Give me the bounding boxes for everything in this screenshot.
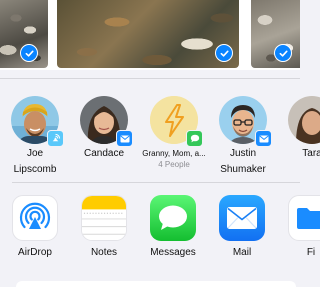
share-apps-row: AirDrop Notes Messages Mail Fi (0, 195, 320, 270)
selected-checkmark-icon (274, 44, 292, 62)
app-label: Messages (150, 247, 196, 258)
person-group-granny-mom[interactable]: Granny, Mom, a... 4 People (136, 80, 212, 170)
mail-badge-icon (255, 130, 272, 147)
photo-thumbnail-2[interactable] (57, 0, 239, 68)
app-files[interactable]: Fi (276, 195, 320, 259)
person-name: Justin (229, 148, 257, 159)
person-justin-shumaker[interactable]: Justin Shumaker (205, 80, 281, 176)
actions-list-top (16, 281, 296, 287)
photos-divider (0, 78, 300, 79)
person-name-line-2: Shumaker (220, 164, 266, 175)
app-mail[interactable]: Mail (207, 195, 277, 259)
person-name: Granny, Mom, a... (142, 149, 206, 158)
app-messages[interactable]: Messages (138, 195, 208, 259)
photo-strip (0, 0, 300, 70)
notes-icon (81, 195, 127, 241)
person-tara[interactable]: Tara (274, 80, 320, 160)
person-name: Tara (302, 148, 320, 159)
files-icon (288, 195, 320, 241)
app-label: AirDrop (18, 247, 52, 258)
photo-thumbnail-1[interactable] (0, 0, 48, 68)
app-label: Fi (306, 247, 316, 258)
app-notes[interactable]: Notes (69, 195, 139, 259)
selected-checkmark-icon (215, 44, 233, 62)
app-label: Notes (90, 247, 118, 258)
avatar (288, 96, 320, 144)
person-name: Candace (83, 148, 125, 159)
photo-thumbnail-3[interactable] (251, 0, 300, 68)
messages-badge-icon (186, 130, 203, 147)
airdrop-icon (12, 195, 58, 241)
people-suggestions-row: Joe Lipscomb Candace Granny, Mom, a... 4… (0, 80, 320, 180)
app-label: Mail (232, 247, 252, 258)
person-candace[interactable]: Candace (66, 80, 142, 160)
app-airdrop[interactable]: AirDrop (0, 195, 70, 259)
person-joe-lipscomb[interactable]: Joe Lipscomb (0, 80, 73, 176)
people-divider (12, 182, 300, 183)
person-name-line-2: Lipscomb (13, 164, 57, 175)
airdrop-badge-icon (47, 130, 64, 147)
person-name: Joe (26, 148, 44, 159)
mail-badge-icon (116, 130, 133, 147)
mail-icon (219, 195, 265, 241)
selected-checkmark-icon (20, 44, 38, 62)
group-member-count: 4 People (158, 160, 190, 169)
messages-icon (150, 195, 196, 241)
